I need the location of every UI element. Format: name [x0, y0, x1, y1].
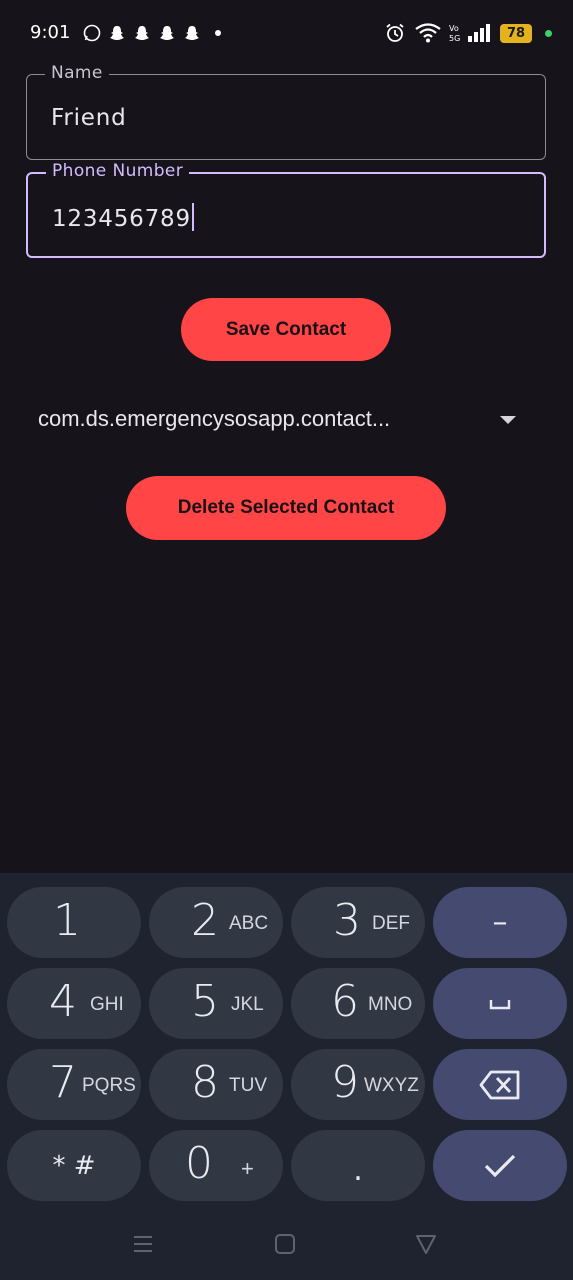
key-digit: 1 [53, 895, 81, 946]
phone-number-text: 123456789 [52, 206, 191, 232]
star-hash-key[interactable]: * # [7, 1130, 141, 1201]
key-digit: 4 [49, 976, 77, 1027]
dropdown-arrow-icon [500, 416, 516, 424]
key-letters: WXYZ [364, 1075, 419, 1096]
key-8[interactable]: 8 TUV [149, 1049, 283, 1120]
backspace-icon [433, 1049, 567, 1120]
back-icon[interactable] [415, 1233, 437, 1261]
key-symbols: * # [52, 1150, 96, 1181]
key-digit: 2 [191, 895, 219, 946]
key-0[interactable]: 0 + [149, 1130, 283, 1201]
dash-icon: – [492, 905, 508, 940]
status-bar: 9:01 Vo 5G 78 [0, 0, 573, 66]
snapchat-icon [157, 22, 177, 44]
key-4[interactable]: 4 GHI [7, 968, 141, 1039]
key-2[interactable]: 2 ABC [149, 887, 283, 958]
key-digit: 7 [49, 1057, 77, 1108]
key-3[interactable]: 3 DEF [291, 887, 425, 958]
system-navigation-bar [0, 1212, 573, 1280]
done-key[interactable] [433, 1130, 567, 1201]
key-digit: 5 [191, 976, 219, 1027]
key-letters: TUV [229, 1075, 267, 1096]
key-letters: DEF [372, 913, 410, 934]
delete-selected-contact-button[interactable]: Delete Selected Contact [126, 476, 446, 540]
whatsapp-icon [82, 22, 102, 44]
key-symbol: . [353, 1153, 363, 1188]
phone-number-label: Phone Number [46, 161, 190, 181]
key-letters: GHI [90, 994, 124, 1015]
alarm-icon [384, 22, 406, 44]
key-letters: MNO [368, 994, 413, 1015]
more-notifications-dot-icon [212, 22, 224, 44]
key-digit: 8 [191, 1057, 219, 1108]
backspace-key[interactable] [433, 1049, 567, 1120]
dropdown-selected-value: com.ds.emergencysosapp.contact... [38, 406, 391, 431]
snapchat-icon [182, 22, 202, 44]
contact-dropdown[interactable]: com.ds.emergencysosapp.contact... [38, 400, 528, 440]
key-6[interactable]: 6 MNO [291, 968, 425, 1039]
wifi-icon [414, 22, 442, 44]
name-input-value: Friend [51, 105, 127, 131]
phone-number-field[interactable]: Phone Number 123456789 [26, 161, 546, 258]
dot-key[interactable]: . [291, 1130, 425, 1201]
space-bar-icon [433, 968, 567, 1039]
key-1[interactable]: 1 [7, 887, 141, 958]
checkmark-icon [433, 1130, 567, 1201]
text-cursor [191, 203, 194, 231]
svg-text:5G: 5G [449, 34, 460, 43]
save-contact-button[interactable]: Save Contact [181, 298, 391, 361]
recent-apps-icon[interactable] [132, 1233, 154, 1261]
privacy-indicator-dot [545, 30, 552, 37]
key-letters: ABC [229, 913, 269, 934]
battery-icon: 78 [500, 24, 532, 43]
svg-text:Vo: Vo [449, 24, 459, 33]
volte-5g-icon: Vo 5G [448, 22, 462, 44]
name-label: Name [45, 63, 109, 83]
clock: 9:01 [30, 22, 71, 43]
snapchat-icon [132, 22, 152, 44]
snapchat-icon [107, 22, 127, 44]
key-5[interactable]: 5 JKL [149, 968, 283, 1039]
key-letters: JKL [231, 994, 264, 1015]
key-digit: 6 [331, 976, 359, 1027]
key-letters: + [241, 1156, 254, 1181]
signal-icon [466, 22, 492, 44]
name-field[interactable]: Name Friend [26, 63, 546, 160]
home-icon[interactable] [274, 1233, 296, 1261]
key-letters: PQRS [82, 1075, 136, 1096]
key-digit: 9 [331, 1057, 359, 1108]
key-digit: 3 [333, 895, 361, 946]
key-7[interactable]: 7 PQRS [7, 1049, 141, 1120]
dash-key[interactable]: – [433, 887, 567, 958]
key-9[interactable]: 9 WXYZ [291, 1049, 425, 1120]
phone-number-input-value: 123456789 [52, 203, 194, 232]
key-digit: 0 [185, 1138, 213, 1189]
space-key[interactable] [433, 968, 567, 1039]
